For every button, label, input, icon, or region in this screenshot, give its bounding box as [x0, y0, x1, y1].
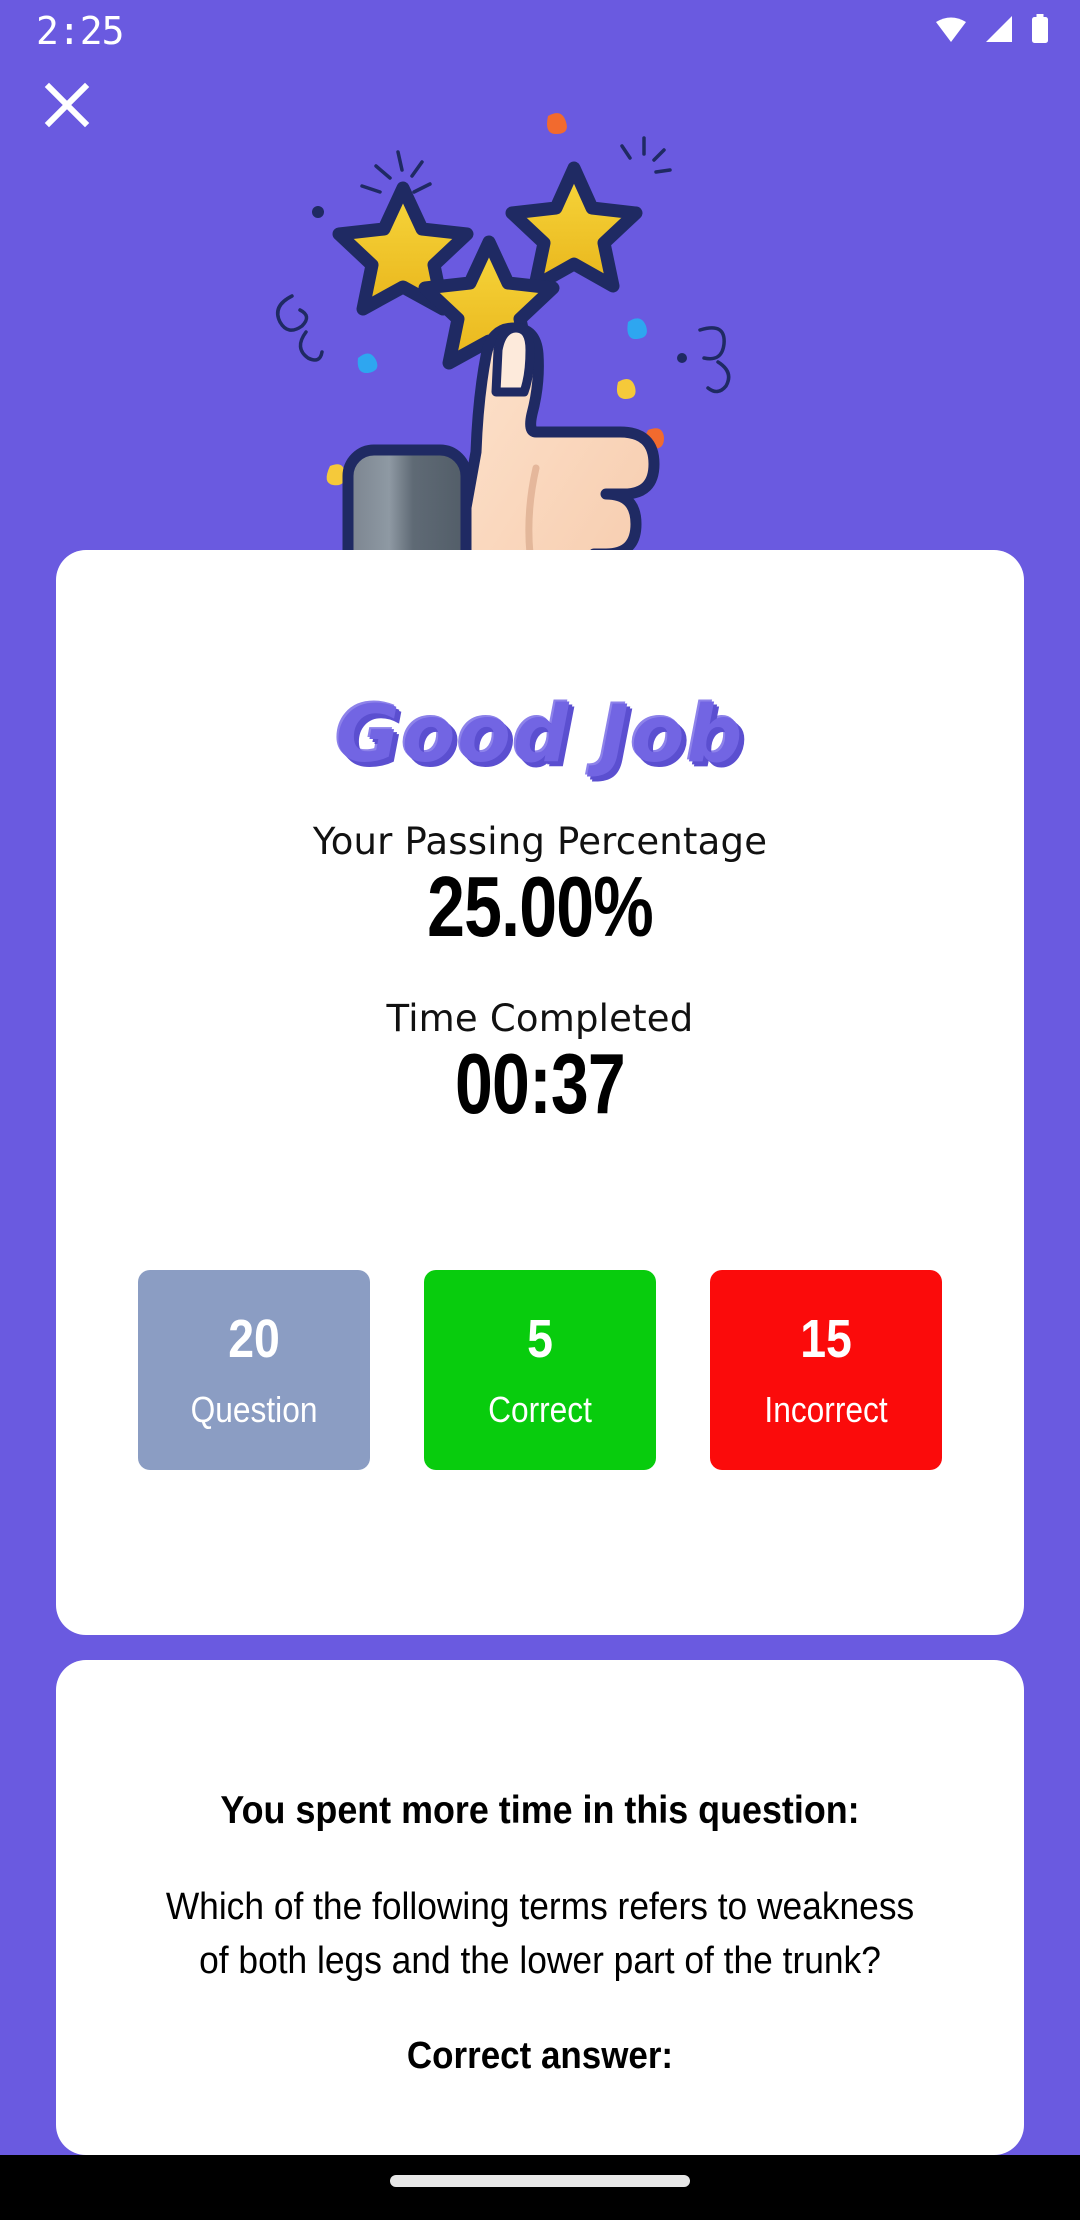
passing-percentage-label: Your Passing Percentage [312, 820, 768, 863]
review-question-text: Which of the following terms refers to w… [165, 1885, 915, 1982]
status-bar-icons [934, 13, 1050, 49]
stat-box-question[interactable]: 20 Question [138, 1270, 370, 1470]
review-card-content: You spent more time in this question: Wh… [56, 1660, 1024, 2078]
home-indicator[interactable] [390, 2175, 690, 2187]
time-completed-block: Time Completed 00:37 [56, 997, 1024, 1130]
close-icon [40, 78, 94, 132]
stat-box-incorrect[interactable]: 15 Incorrect [710, 1270, 942, 1470]
wifi-icon [934, 15, 968, 48]
star-icon [418, 235, 560, 370]
close-button[interactable] [40, 78, 94, 132]
stat-question-caption: Question [190, 1389, 318, 1430]
result-card-content: Your Passing Percentage 25.00% Time Comp… [56, 820, 1024, 1160]
stat-correct-caption: Correct [488, 1389, 592, 1430]
stat-box-correct[interactable]: 5 Correct [424, 1270, 656, 1470]
stat-boxes: 20 Question 5 Correct 15 Incorrect [56, 1270, 1024, 1470]
time-completed-label: Time Completed [386, 997, 694, 1041]
stat-question-value: 20 [228, 1309, 280, 1369]
review-heading: You spent more time in this question: [220, 1789, 860, 1832]
time-completed-value: 00:37 [455, 1037, 626, 1133]
passing-percentage-block: Your Passing Percentage 25.00% [56, 820, 1024, 953]
review-correct-answer-label: Correct answer: [406, 2034, 674, 2077]
status-bar-clock: 2:25 [36, 9, 125, 53]
stat-incorrect-value: 15 [800, 1309, 852, 1369]
stat-correct-value: 5 [527, 1309, 553, 1369]
system-navigation-bar [0, 2155, 1080, 2220]
battery-icon [1030, 13, 1050, 49]
cellular-signal-icon [984, 15, 1014, 48]
star-icon [505, 161, 643, 293]
passing-percentage-value: 25.00% [427, 860, 654, 955]
status-bar: 2:25 [0, 0, 1080, 62]
stat-incorrect-caption: Incorrect [764, 1389, 888, 1430]
star-icon [332, 181, 474, 316]
